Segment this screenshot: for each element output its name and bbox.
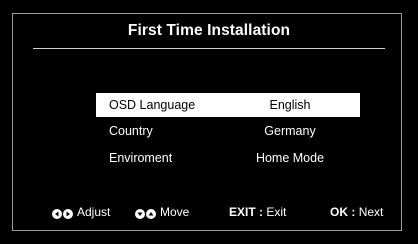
move-keys: [135, 205, 157, 221]
exit-hint-label: Exit: [266, 205, 287, 219]
setting-row-environment[interactable]: Enviroment Home Mode: [96, 146, 360, 170]
right-arrow-icon: [63, 208, 73, 219]
down-arrow-icon: [135, 208, 145, 219]
move-hint-label: Move: [160, 205, 190, 219]
footer-hint-move: Move: [135, 204, 189, 220]
setting-label: Enviroment: [109, 151, 173, 165]
adjust-keys: [52, 205, 74, 221]
setting-row-osd-language[interactable]: OSD Language English: [96, 93, 360, 117]
footer-hint-ok: OK : Next: [330, 204, 383, 220]
setting-row-country[interactable]: Country Germany: [96, 119, 360, 143]
ok-key-label: OK: [330, 205, 348, 219]
exit-separator: :: [259, 205, 264, 219]
ok-hint-label: Next: [358, 205, 384, 219]
exit-key-label: EXIT: [229, 205, 256, 219]
footer-hint-exit: EXIT : Exit: [229, 204, 286, 220]
adjust-hint-label: Adjust: [77, 205, 111, 219]
setting-label: OSD Language: [109, 98, 196, 112]
title-divider: [33, 48, 385, 49]
setting-value: Germany: [264, 124, 316, 138]
up-arrow-icon: [146, 208, 156, 219]
footer-hint-adjust: Adjust: [52, 204, 110, 220]
setting-value: Home Mode: [255, 151, 325, 165]
setting-value: English: [269, 98, 311, 112]
left-arrow-icon: [52, 208, 62, 219]
dialog-title: First Time Installation: [127, 22, 291, 39]
ok-separator: :: [351, 205, 356, 219]
setting-label: Country: [109, 124, 153, 138]
